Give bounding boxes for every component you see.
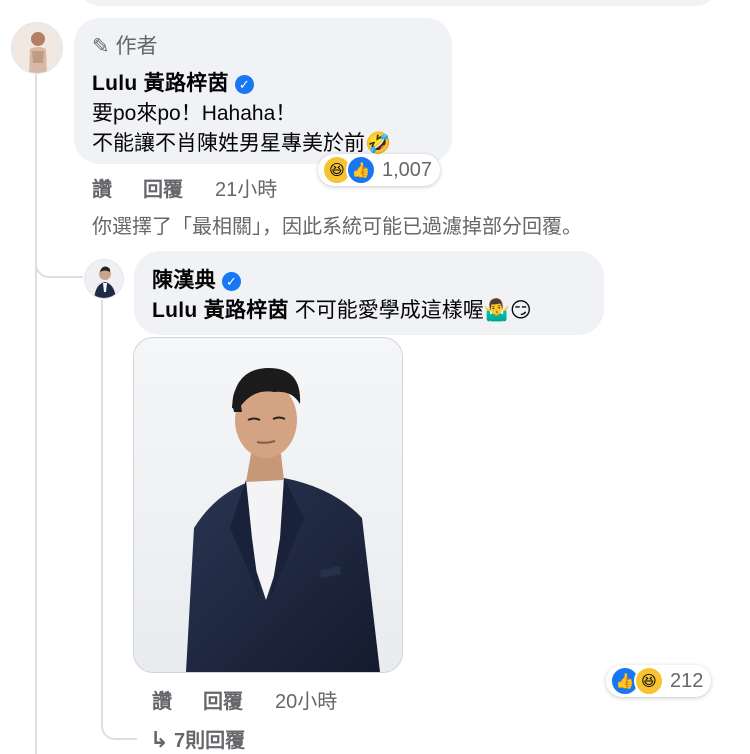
reply-avatar[interactable] [84,259,124,299]
reaction-summary[interactable]: 😆 👍 1,007 [318,154,441,186]
reaction-count: 1,007 [382,158,433,181]
thread-connector-reply [35,240,83,278]
reply-text-body: 不可能愛學成這樣喔🤷‍♂️😏 [288,299,532,322]
reply-reaction-summary[interactable]: 👍 😆 212 [606,665,712,697]
more-replies-label: 7則回覆 [174,730,246,752]
author-avatar[interactable] [11,22,63,74]
reply-avatar-image [85,260,123,298]
mention-link[interactable]: Lulu 黃路梓茵 [152,299,289,322]
more-replies-link[interactable]: ↳ 7則回覆 [150,724,245,753]
author-avatar-image [12,23,62,73]
filter-notice: 你選擇了「最相關」，因此系統可能已過濾掉部分回覆。 [92,216,582,238]
thread-line-main [35,74,37,754]
like-icon: 👍 [346,155,376,185]
reply-button[interactable]: 回覆 [143,173,183,202]
check-badge-icon: ✓ [234,75,254,94]
check-badge-icon: ✓ [221,272,241,291]
reply-bubble: 陳漢典 ✓ Lulu 黃路梓茵 不可能愛學成這樣喔🤷‍♂️😏 [134,251,604,335]
previous-comment-edge [78,0,718,6]
commenter-name[interactable]: Lulu 黃路梓茵 [92,72,229,95]
author-tag-label: 作者 [115,35,158,58]
author-tag: ✎ 作者 [92,30,157,60]
portrait-image [134,338,402,672]
reply-commenter-name[interactable]: 陳漢典 [152,269,216,292]
reply-timestamp[interactable]: 20小時 [275,685,337,714]
reply-text: Lulu 黃路梓茵 不可能愛學成這樣喔🤷‍♂️😏 [152,296,532,325]
like-button[interactable]: 讚 [92,173,112,202]
thread-connector-more [101,700,137,740]
reply-reply-button[interactable]: 回覆 [203,685,243,714]
reply-photo[interactable] [133,337,403,673]
comment-timestamp[interactable]: 21小時 [215,173,277,202]
reply-like-button[interactable]: 讚 [152,685,172,714]
comment-bubble: ✎ 作者 Lulu 黃路梓茵 ✓ 要po來po！Hahaha！ 不能讓不肖陳姓男星… [74,18,452,164]
thread-line-reply [101,300,103,720]
reply-arrow-icon: ↳ [150,727,169,752]
pencil-icon: ✎ [92,35,110,58]
reply-header: 陳漢典 ✓ [152,264,241,294]
haha-icon: 😆 [634,666,664,696]
comment-text-line-1: 要po來po！Hahaha！ [92,102,297,125]
comment-header: Lulu 黃路梓茵 ✓ [92,67,254,97]
reply-reaction-count: 212 [670,669,704,692]
